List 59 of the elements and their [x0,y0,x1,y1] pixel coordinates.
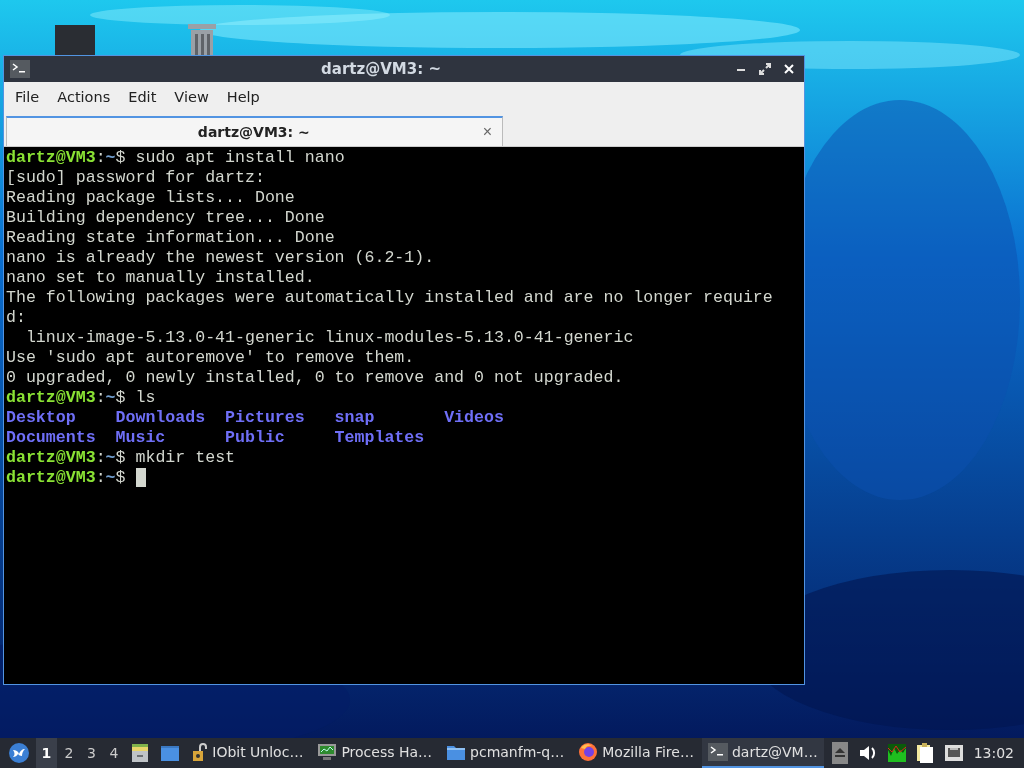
taskbar-task[interactable]: Mozilla Fire… [572,738,700,768]
menu-item[interactable]: Help [217,85,269,109]
directory-name: Music [115,428,166,447]
folder-icon [446,743,467,761]
terminal-line: linux-image-5.13.0-41-generic linux-modules-5.13.0-41-generic [24,328,635,348]
padlock-icon [192,742,209,762]
network-icon[interactable] [943,744,964,762]
directory-name: Pictures [225,408,305,427]
taskbar-task[interactable]: dartz@VM… [701,738,824,768]
eject-icon[interactable] [831,742,848,764]
taskbar-task[interactable]: pcmanfm-q… [440,738,571,768]
terminal-line: dartz@VM3:~$ [6,468,802,488]
directory-name: Documents [6,428,96,447]
terminal-line: The following packages were automatically installed and are no longer require [6,288,774,308]
speaker-icon[interactable] [857,744,878,762]
terminal-line: Building dependency tree... Done [6,208,326,228]
start-menu-icon[interactable] [8,742,30,764]
directory-name: Downloads [115,408,206,427]
menu-item[interactable]: View [165,85,218,109]
window-title: dartz@VM3: ~ [320,60,442,78]
notes-icon[interactable] [915,742,934,764]
workspace-button[interactable]: 4 [103,738,125,768]
terminal-line: Reading package lists... Done [6,188,296,208]
browser-icon [578,742,599,762]
terminal-line: Use 'sudo apt autoremove' to remove them. [6,348,416,368]
terminal-icon [707,743,728,761]
maximize-icon[interactable] [759,63,771,75]
cpu-graph-icon[interactable] [887,744,906,762]
terminal-line: 0 upgraded, 0 newly installed, 0 to remove and 0 not upgraded. [6,368,625,388]
terminal-line: nano is already the newest version (6.2-1). [6,248,436,268]
terminal-icon [10,60,30,78]
menu-item[interactable]: Edit [119,85,166,109]
taskbar-task[interactable]: Process Ha… [311,738,439,768]
menu-item[interactable]: File [6,85,49,109]
directory-name: Templates [334,428,425,447]
close-icon[interactable] [783,63,795,75]
window-icon[interactable] [160,744,181,762]
directory-name: Videos [444,408,504,427]
clock[interactable]: 13:02 [969,745,1020,761]
terminal-tab[interactable]: dartz@VM3: ~ × [6,116,503,146]
terminal-line: dartz@VM3:~$ ls [6,388,157,408]
terminal-line: [sudo] password for dartz: [6,168,266,188]
file-cabinet-icon[interactable] [130,743,151,763]
directory-name: snap [334,408,375,427]
terminal-line: dartz@VM3:~$ mkdir test [6,448,237,468]
terminal-line: nano set to manually installed. [6,268,316,288]
monitor-icon [317,743,338,761]
terminal-line: d: [6,308,27,328]
menu-item[interactable]: Actions [48,85,120,109]
taskbar-task[interactable]: IObit Unloc… [186,738,310,768]
terminal-line: Reading state information... Done [6,228,336,248]
workspace-button[interactable]: 1 [36,738,57,768]
directory-name: Desktop [6,408,76,427]
directory-name: Public [225,428,285,447]
terminal-line: dartz@VM3:~$ sudo apt install nano [6,148,346,168]
workspace-button[interactable]: 3 [81,738,102,768]
tab-close-button[interactable]: × [480,123,494,141]
desktop-folder-icon[interactable] [55,22,95,55]
workspace-button[interactable]: 2 [58,738,80,768]
